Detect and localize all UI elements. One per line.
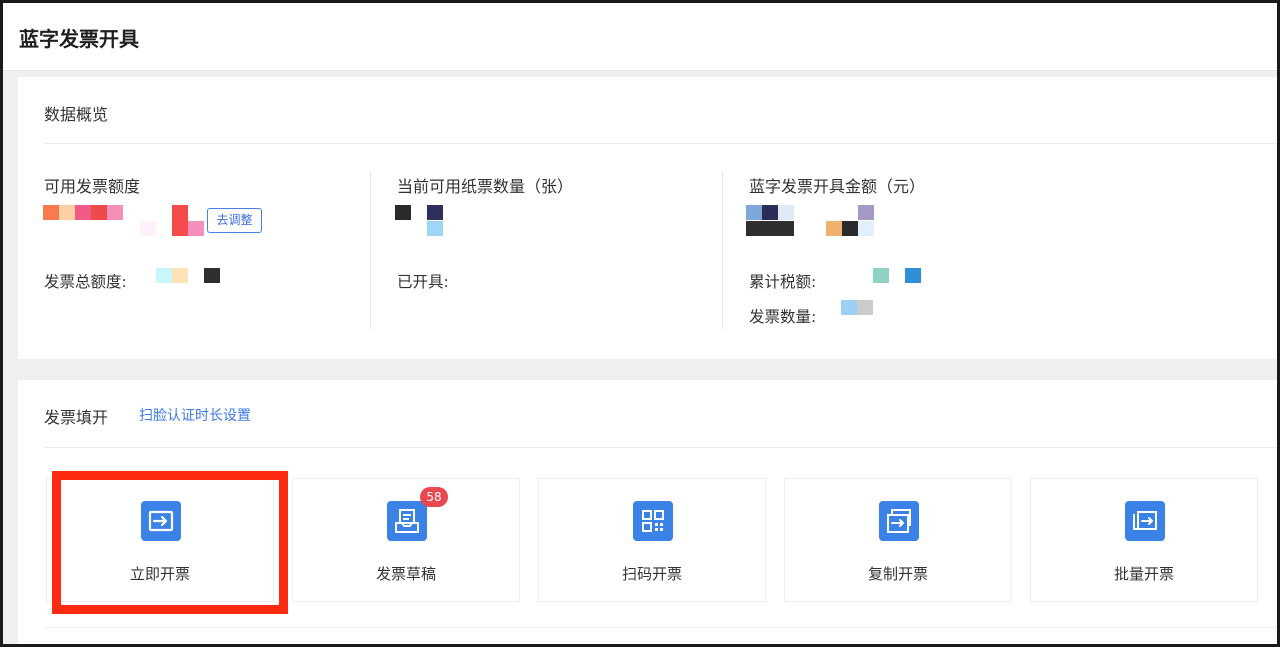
scan-invoice-label: 扫码开票 <box>621 565 682 583</box>
overview-divider <box>44 143 1277 144</box>
face-auth-duration-link[interactable]: 扫脸认证时长设置 <box>139 405 251 425</box>
blue-invoice-amount-label: 蓝字发票开具金额（元） <box>749 177 926 196</box>
issue-now-icon <box>141 501 181 541</box>
invoice-fill-divider <box>44 447 1277 448</box>
available-quota-label: 可用发票额度 <box>44 177 141 196</box>
total-quota-label: 发票总额度: <box>44 273 127 291</box>
column-separator-1 <box>370 171 371 329</box>
issue-now-tile[interactable]: 立即开票 <box>46 478 274 602</box>
invoice-count-label: 发票数量: <box>749 308 817 326</box>
page-title: 蓝字发票开具 <box>19 27 139 51</box>
invoice-draft-tile[interactable]: 58 发票草稿 <box>292 478 520 602</box>
paper-count-label: 当前可用纸票数量（张） <box>397 177 574 196</box>
adjust-quota-button[interactable]: 去调整 <box>207 208 262 233</box>
qr-code-icon <box>633 501 673 541</box>
draft-icon <box>387 501 427 541</box>
copy-invoice-tile[interactable]: 复制开票 <box>784 478 1012 602</box>
copy-invoice-label: 复制开票 <box>867 565 928 583</box>
invoice-fill-bottom-divider <box>44 627 1277 628</box>
invoice-draft-label: 发票草稿 <box>375 565 436 583</box>
batch-invoice-label: 批量开票 <box>1113 565 1174 583</box>
data-overview-card: 数据概览 可用发票额度 去调整 发票总额度: 当前可用纸票数量（张） 已开具: … <box>18 77 1277 359</box>
column-separator-2 <box>722 171 723 329</box>
issued-label: 已开具: <box>397 273 449 291</box>
issue-now-label: 立即开票 <box>129 565 190 583</box>
total-tax-label: 累计税额: <box>749 273 817 291</box>
scan-invoice-tile[interactable]: 扫码开票 <box>538 478 766 602</box>
invoice-fill-card: 发票填开 扫脸认证时长设置 立即开票 58 发票草稿 扫码开票 复制开票 批量开… <box>18 380 1277 644</box>
batch-invoice-tile[interactable]: 批量开票 <box>1030 478 1258 602</box>
overview-title: 数据概览 <box>44 105 109 124</box>
invoice-fill-title: 发票填开 <box>44 408 109 427</box>
batch-invoice-icon <box>1125 501 1165 541</box>
app-frame: 蓝字发票开具 数据概览 可用发票额度 去调整 发票总额度: 当前可用纸票数量（张… <box>0 0 1280 647</box>
copy-invoice-icon <box>879 501 919 541</box>
draft-count-badge: 58 <box>420 487 448 507</box>
page-header: 蓝字发票开具 <box>3 3 1277 71</box>
